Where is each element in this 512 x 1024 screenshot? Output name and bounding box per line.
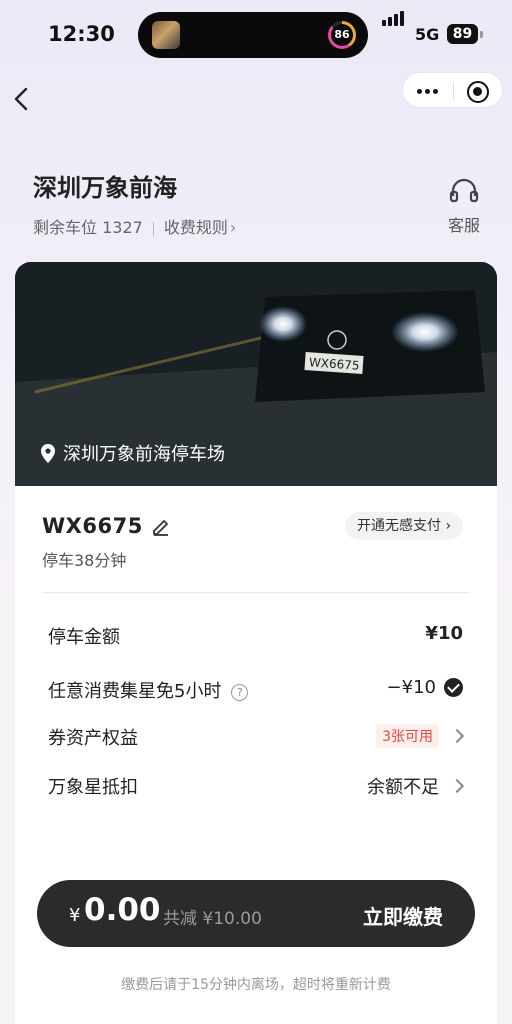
total-saved: 共减 ¥10.00 (163, 909, 262, 929)
more-dots-icon[interactable] (417, 80, 443, 102)
fee-row-coupon[interactable]: 券资产权益 3张可用 (48, 720, 463, 750)
coupon-badge: 3张可用 (376, 724, 439, 748)
pay-bar: ¥ 0.00 共减 ¥10.00 立即缴费 (37, 880, 475, 947)
dynamic-island: 86 (138, 12, 368, 58)
parking-location: 深圳万象前海停车场 (41, 440, 225, 466)
battery-icon: 89 (447, 24, 478, 44)
fee-row-discount[interactable]: 任意消费集星免5小时? −¥10 (48, 673, 463, 703)
chevron-right-icon: › (229, 218, 237, 237)
mini-program-capsule (402, 72, 503, 108)
chevron-left-icon (14, 87, 28, 111)
divider (152, 221, 154, 236)
chevron-right-icon (451, 779, 463, 793)
parking-duration: 停车38分钟 (42, 551, 127, 570)
divider (42, 592, 470, 593)
fee-row-points[interactable]: 万象星抵扣 余额不足 (48, 769, 463, 799)
battery-tip (480, 31, 483, 38)
activity-value: 86 (331, 24, 353, 46)
entry-photo: WX6675 深圳万象前海停车场 (15, 262, 497, 486)
activity-ring-icon: 86 (328, 21, 356, 49)
status-time: 12:30 (48, 22, 115, 46)
seamless-pay-button[interactable]: 开通无感支付 › (345, 512, 464, 540)
footer-note: 缴费后请于15分钟内离场，超时将重新计费 (121, 977, 391, 993)
plate-number: WX6675 (42, 514, 143, 538)
back-button[interactable] (10, 84, 34, 114)
points-value-wrap: 余额不足 (367, 773, 463, 799)
fee-rules-link[interactable]: 收费规则 (164, 218, 228, 237)
discount-value: −¥10 (386, 677, 436, 698)
remaining-spaces: 剩余车位 1327 (33, 218, 143, 237)
coupon-value-wrap: 3张可用 (376, 724, 463, 748)
network-type: 5G (415, 25, 440, 44)
location-label: 深圳万象前海停车场 (63, 444, 225, 465)
pay-now-button[interactable]: 立即缴费 (363, 901, 443, 930)
currency-symbol: ¥ (69, 905, 81, 926)
plate-row: WX6675 (42, 514, 171, 538)
location-pin-icon (41, 443, 55, 463)
checkmark-icon[interactable] (444, 678, 463, 697)
coupon-label: 券资产权益 (48, 728, 138, 749)
capsule-divider (453, 82, 454, 100)
media-thumbnail (152, 21, 180, 49)
pay-amount: 0.00 (84, 892, 161, 928)
headset-icon (449, 178, 479, 203)
customer-service-button[interactable]: 客服 (440, 178, 488, 236)
parking-fee-label: 停车金额 (48, 627, 120, 648)
help-icon[interactable]: ? (231, 683, 249, 701)
fee-row-parking: 停车金额 ¥10 (48, 619, 463, 649)
discount-label: 任意消费集星免5小时? (48, 677, 249, 703)
parking-fee-value: ¥10 (425, 623, 463, 644)
status-bar: 12:30 86 5G 89 (0, 0, 512, 70)
close-target-icon[interactable] (467, 81, 489, 103)
page-title: 深圳万象前海 (33, 174, 177, 202)
seamless-pay-label: 开通无感支付 (357, 518, 441, 534)
points-label: 万象星抵扣 (48, 777, 138, 798)
parking-subinfo: 剩余车位 1327 收费规则 › (33, 214, 236, 238)
points-value: 余额不足 (367, 777, 439, 798)
discount-value-wrap: −¥10 (387, 677, 463, 698)
service-label: 客服 (447, 216, 480, 235)
pencil-icon[interactable] (151, 516, 171, 536)
chevron-right-icon (451, 729, 463, 743)
